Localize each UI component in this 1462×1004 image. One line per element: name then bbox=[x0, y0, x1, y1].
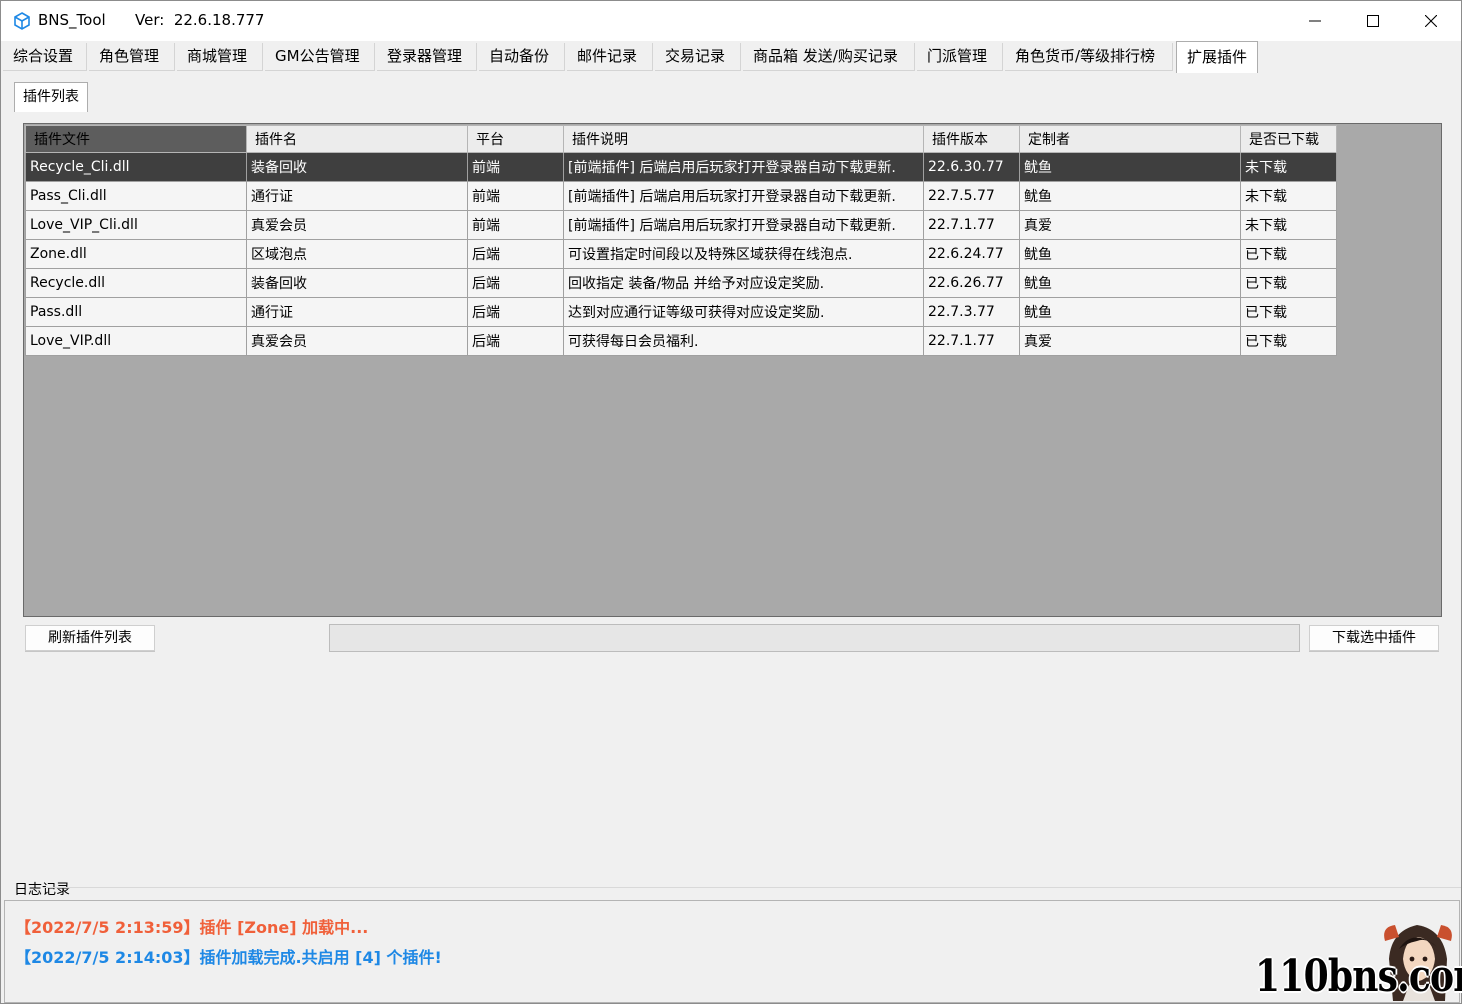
cell-platform: 后端 bbox=[467, 297, 564, 327]
log-section-label: 日志记录 bbox=[14, 882, 70, 898]
download-progress-bar bbox=[329, 624, 1300, 652]
table-row[interactable]: Love_VIP.dll 真爱会员 后端 可获得每日会员福利. 22.7.1.7… bbox=[25, 326, 1337, 356]
tab-general-settings[interactable]: 综合设置 bbox=[3, 43, 87, 71]
minimize-button[interactable] bbox=[1286, 1, 1344, 41]
tab-item-box-records[interactable]: 商品箱 发送/购买记录 bbox=[743, 43, 915, 71]
tab-trade-records[interactable]: 交易记录 bbox=[655, 43, 741, 71]
log-line-loading: 【2022/7/5 2:13:59】插件 [Zone] 加载中... bbox=[15, 918, 369, 937]
tab-shop-management[interactable]: 商城管理 bbox=[177, 43, 263, 71]
app-title: BNS_Tool bbox=[38, 11, 106, 29]
minimize-icon bbox=[1309, 20, 1321, 22]
cell-downloaded: 未下载 bbox=[1240, 152, 1337, 182]
cell-downloaded: 未下载 bbox=[1240, 181, 1337, 211]
cell-name: 区域泡点 bbox=[246, 239, 468, 269]
cell-file: Pass.dll bbox=[25, 297, 247, 327]
cell-author: 鱿鱼 bbox=[1019, 297, 1241, 327]
cell-file: Love_VIP_Cli.dll bbox=[25, 210, 247, 240]
table-row[interactable]: Recycle.dll 装备回收 后端 回收指定 装备/物品 并给予对应设定奖励… bbox=[25, 268, 1337, 298]
cell-name: 通行证 bbox=[246, 297, 468, 327]
log-output[interactable]: 【2022/7/5 2:13:59】插件 [Zone] 加载中... 【2022… bbox=[4, 900, 1460, 1003]
app-window: BNS_Tool Ver: 22.6.18.777 综合设置 角色管理 商城管理… bbox=[0, 0, 1462, 1004]
column-header-description[interactable]: 插件说明 bbox=[563, 125, 924, 153]
maximize-icon bbox=[1367, 15, 1379, 27]
cell-version: 22.7.3.77 bbox=[923, 297, 1020, 327]
log-line-complete: 【2022/7/5 2:14:03】插件加载完成.共启用 [4] 个插件! bbox=[15, 948, 442, 967]
cell-author: 鱿鱼 bbox=[1019, 181, 1241, 211]
cell-name: 装备回收 bbox=[246, 268, 468, 298]
column-header-name[interactable]: 插件名 bbox=[246, 125, 468, 153]
tab-gm-announcement[interactable]: GM公告管理 bbox=[265, 43, 375, 71]
cell-platform: 后端 bbox=[467, 326, 564, 356]
cell-platform: 前端 bbox=[467, 152, 564, 182]
plugin-table: 插件文件 插件名 平台 插件说明 插件版本 定制者 是否已下载 Recycle_… bbox=[23, 123, 1442, 617]
cell-author: 鱿鱼 bbox=[1019, 239, 1241, 269]
tab-launcher-management[interactable]: 登录器管理 bbox=[377, 43, 477, 71]
download-selected-plugin-button[interactable]: 下载选中插件 bbox=[1309, 625, 1439, 651]
subtab-plugin-list[interactable]: 插件列表 bbox=[14, 82, 88, 112]
cell-name: 真爱会员 bbox=[246, 326, 468, 356]
maximize-button[interactable] bbox=[1344, 1, 1402, 41]
table-header-row: 插件文件 插件名 平台 插件说明 插件版本 定制者 是否已下载 bbox=[25, 125, 1337, 153]
cell-platform: 后端 bbox=[467, 239, 564, 269]
cell-file: Recycle_Cli.dll bbox=[25, 152, 247, 182]
cell-version: 22.6.24.77 bbox=[923, 239, 1020, 269]
cell-version: 22.6.26.77 bbox=[923, 268, 1020, 298]
cell-platform: 后端 bbox=[467, 268, 564, 298]
table-row[interactable]: Recycle_Cli.dll 装备回收 前端 [前端插件] 后端启用后玩家打开… bbox=[25, 152, 1337, 182]
cell-name: 装备回收 bbox=[246, 152, 468, 182]
app-version: Ver: 22.6.18.777 bbox=[135, 11, 265, 29]
cell-downloaded: 已下载 bbox=[1240, 297, 1337, 327]
cell-description: 回收指定 装备/物品 并给予对应设定奖励. bbox=[563, 268, 924, 298]
title-bar: BNS_Tool Ver: 22.6.18.777 bbox=[1, 1, 1461, 41]
cell-description: 可设置指定时间段以及特殊区域获得在线泡点. bbox=[563, 239, 924, 269]
cell-name: 通行证 bbox=[246, 181, 468, 211]
cell-file: Zone.dll bbox=[25, 239, 247, 269]
log-divider bbox=[43, 887, 1461, 888]
tab-mail-records[interactable]: 邮件记录 bbox=[567, 43, 653, 71]
table-row[interactable]: Love_VIP_Cli.dll 真爱会员 前端 [前端插件] 后端启用后玩家打… bbox=[25, 210, 1337, 240]
cell-version: 22.7.1.77 bbox=[923, 210, 1020, 240]
cell-file: Love_VIP.dll bbox=[25, 326, 247, 356]
cell-downloaded: 已下载 bbox=[1240, 239, 1337, 269]
cell-author: 真爱 bbox=[1019, 210, 1241, 240]
column-header-platform[interactable]: 平台 bbox=[467, 125, 564, 153]
cell-file: Recycle.dll bbox=[25, 268, 247, 298]
refresh-plugin-list-button[interactable]: 刷新插件列表 bbox=[25, 625, 155, 651]
cell-description: [前端插件] 后端启用后玩家打开登录器自动下载更新. bbox=[563, 181, 924, 211]
cell-version: 22.7.5.77 bbox=[923, 181, 1020, 211]
cell-downloaded: 已下载 bbox=[1240, 326, 1337, 356]
cube-app-icon bbox=[14, 12, 30, 30]
cell-author: 鱿鱼 bbox=[1019, 152, 1241, 182]
cell-downloaded: 未下载 bbox=[1240, 210, 1337, 240]
cell-name: 真爱会员 bbox=[246, 210, 468, 240]
cell-description: 达到对应通行证等级可获得对应设定奖励. bbox=[563, 297, 924, 327]
column-header-downloaded[interactable]: 是否已下载 bbox=[1240, 125, 1337, 153]
column-header-version[interactable]: 插件版本 bbox=[923, 125, 1020, 153]
cell-platform: 前端 bbox=[467, 210, 564, 240]
cell-description: [前端插件] 后端启用后玩家打开登录器自动下载更新. bbox=[563, 210, 924, 240]
cell-description: [前端插件] 后端启用后玩家打开登录器自动下载更新. bbox=[563, 152, 924, 182]
cell-author: 鱿鱼 bbox=[1019, 268, 1241, 298]
tab-character-management[interactable]: 角色管理 bbox=[89, 43, 175, 71]
close-icon bbox=[1425, 15, 1437, 27]
tab-currency-level-ranking[interactable]: 角色货币/等级排行榜 bbox=[1005, 43, 1173, 71]
column-header-author[interactable]: 定制者 bbox=[1019, 125, 1241, 153]
cell-platform: 前端 bbox=[467, 181, 564, 211]
table-row[interactable]: Pass.dll 通行证 后端 达到对应通行证等级可获得对应设定奖励. 22.7… bbox=[25, 297, 1337, 327]
close-button[interactable] bbox=[1402, 1, 1460, 41]
tab-auto-backup[interactable]: 自动备份 bbox=[479, 43, 565, 71]
cell-author: 真爱 bbox=[1019, 326, 1241, 356]
main-tab-bar: 综合设置 角色管理 商城管理 GM公告管理 登录器管理 自动备份 邮件记录 交易… bbox=[3, 41, 1461, 73]
cell-downloaded: 已下载 bbox=[1240, 268, 1337, 298]
tab-faction-management[interactable]: 门派管理 bbox=[917, 43, 1003, 71]
table-row[interactable]: Pass_Cli.dll 通行证 前端 [前端插件] 后端启用后玩家打开登录器自… bbox=[25, 181, 1337, 211]
column-header-file[interactable]: 插件文件 bbox=[25, 125, 247, 153]
tab-extension-plugins[interactable]: 扩展插件 bbox=[1176, 41, 1258, 73]
cell-description: 可获得每日会员福利. bbox=[563, 326, 924, 356]
cell-version: 22.6.30.77 bbox=[923, 152, 1020, 182]
watermark-logo: 110bns.com bbox=[1255, 951, 1462, 1002]
cell-file: Pass_Cli.dll bbox=[25, 181, 247, 211]
table-row[interactable]: Zone.dll 区域泡点 后端 可设置指定时间段以及特殊区域获得在线泡点. 2… bbox=[25, 239, 1337, 269]
cell-version: 22.7.1.77 bbox=[923, 326, 1020, 356]
